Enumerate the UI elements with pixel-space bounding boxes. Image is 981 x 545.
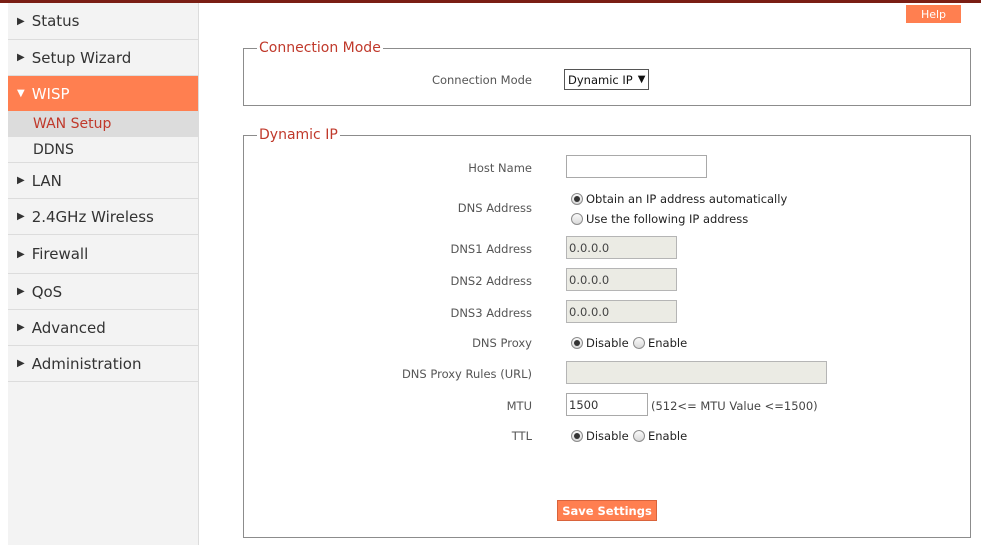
dns2-input xyxy=(566,268,677,291)
dns-address-label: DNS Address xyxy=(457,201,532,215)
ttl-label: TTL xyxy=(511,429,532,443)
sidebar-item-setup-wizard[interactable]: ▶ Setup Wizard xyxy=(8,40,198,76)
sidebar-item-status[interactable]: ▶ Status xyxy=(8,3,198,40)
save-settings-button[interactable]: Save Settings xyxy=(557,500,657,521)
connection-mode-legend: Connection Mode xyxy=(257,40,383,56)
caret-down-icon: ▼ xyxy=(637,74,646,85)
sidebar-item-label: Advanced xyxy=(31,318,106,337)
host-name-label: Host Name xyxy=(468,161,532,175)
ttl-enable-radio[interactable] xyxy=(633,430,645,442)
dns3-input xyxy=(566,300,677,323)
triangle-right-icon: ▶ xyxy=(17,358,25,369)
dns-proxy-rules-label: DNS Proxy Rules (URL) xyxy=(401,367,532,381)
sidebar-subitem-ddns[interactable]: DDNS xyxy=(8,137,198,163)
dns-proxy-disable-radio[interactable] xyxy=(571,337,583,349)
triangle-right-icon: ▶ xyxy=(17,211,25,222)
sidebar-item-administration[interactable]: ▶ Administration xyxy=(8,346,198,382)
sidebar-item-wireless[interactable]: ▶ 2.4GHz Wireless xyxy=(8,199,198,235)
ttl-disable-radio[interactable] xyxy=(571,430,583,442)
dns-manual-option[interactable]: Use the following IP address xyxy=(571,212,748,226)
dns-manual-radio[interactable] xyxy=(571,213,583,225)
triangle-right-icon: ▶ xyxy=(17,175,25,186)
triangle-down-icon: ▼ xyxy=(17,88,25,99)
sidebar-item-label: 2.4GHz Wireless xyxy=(31,207,154,226)
sidebar-item-firewall[interactable]: ▶ Firewall xyxy=(8,235,198,274)
sidebar-item-label: Status xyxy=(31,12,80,30)
help-button[interactable]: Help xyxy=(906,5,961,23)
connection-mode-label: Connection Mode xyxy=(431,73,532,87)
dns-proxy-enable-label: Enable xyxy=(648,336,688,350)
dns-auto-option[interactable]: Obtain an IP address automatically xyxy=(571,192,787,206)
triangle-right-icon: ▶ xyxy=(17,52,25,63)
ttl-disable-label: Disable xyxy=(586,429,629,443)
sidebar-subitem-label: WAN Setup xyxy=(33,116,112,132)
sidebar-subitem-label: DDNS xyxy=(33,141,74,158)
sidebar-item-label: Setup Wizard xyxy=(31,48,132,67)
sidebar-item-label: Firewall xyxy=(31,245,89,263)
connection-mode-value: Dynamic IP xyxy=(568,72,633,87)
sidebar: ▶ Status ▶ Setup Wizard ▼ WISP WAN Setup… xyxy=(8,3,199,545)
dns2-label: DNS2 Address xyxy=(450,274,532,288)
sidebar-item-label: QoS xyxy=(31,282,63,301)
dns-proxy-disable-label: Disable xyxy=(586,336,629,350)
sidebar-item-label: Administration xyxy=(31,354,142,373)
connection-mode-select[interactable]: Dynamic IP ▼ xyxy=(564,69,649,90)
dns1-label: DNS1 Address xyxy=(450,242,532,256)
dns3-label: DNS3 Address xyxy=(450,306,532,320)
sidebar-item-label: WISP xyxy=(31,84,70,103)
triangle-right-icon: ▶ xyxy=(17,15,25,27)
dns-manual-label: Use the following IP address xyxy=(586,212,749,226)
ttl-enable-label: Enable xyxy=(648,429,688,443)
dns-auto-label: Obtain an IP address automatically xyxy=(586,192,788,206)
triangle-right-icon: ▶ xyxy=(17,286,25,297)
triangle-right-icon: ▶ xyxy=(17,248,25,260)
dns-auto-radio[interactable] xyxy=(571,193,583,205)
ttl-disable-option[interactable]: Disable xyxy=(571,429,629,443)
dns-proxy-label: DNS Proxy xyxy=(472,336,532,350)
dns-proxy-disable-option[interactable]: Disable xyxy=(571,336,629,350)
mtu-label: MTU xyxy=(506,399,532,413)
dns-proxy-enable-option[interactable]: Enable xyxy=(633,336,687,350)
ttl-enable-option[interactable]: Enable xyxy=(633,429,687,443)
sidebar-item-lan[interactable]: ▶ LAN xyxy=(8,163,198,199)
host-name-input[interactable] xyxy=(566,155,707,178)
dns-proxy-rules-input xyxy=(566,361,827,384)
triangle-right-icon: ▶ xyxy=(17,322,25,333)
sidebar-item-advanced[interactable]: ▶ Advanced xyxy=(8,310,198,346)
dns1-input xyxy=(566,236,677,259)
mtu-input[interactable] xyxy=(566,393,648,416)
dns-proxy-enable-radio[interactable] xyxy=(633,337,645,349)
mtu-hint: (512<= MTU Value <=1500) xyxy=(651,399,818,413)
dynamic-ip-legend: Dynamic IP xyxy=(257,127,340,143)
sidebar-item-qos[interactable]: ▶ QoS xyxy=(8,274,198,310)
sidebar-item-label: LAN xyxy=(31,171,62,190)
sidebar-subitem-wan-setup[interactable]: WAN Setup xyxy=(8,111,198,137)
sidebar-item-wisp[interactable]: ▼ WISP xyxy=(8,76,198,111)
